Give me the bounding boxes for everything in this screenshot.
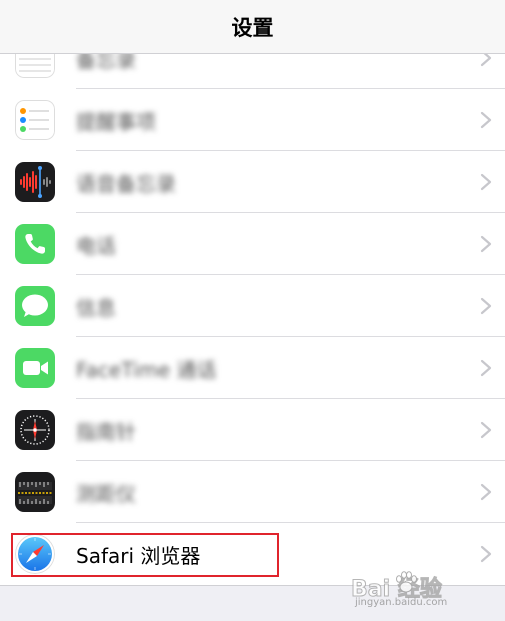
settings-row-label: 测距仪 [76, 481, 136, 506]
settings-row-label: 提醒事项 [76, 109, 156, 134]
chevron-right-icon [480, 111, 492, 129]
settings-row-reminders[interactable]: 提醒事项 [0, 89, 505, 151]
chevron-right-icon [480, 359, 492, 377]
phone-icon [15, 224, 55, 264]
settings-list: 备忘录 提醒事项 语音备忘录 电话 信息 FaceTime 通话 指南针 测距仪… [0, 27, 505, 585]
facetime-icon [15, 348, 55, 388]
chevron-right-icon [480, 483, 492, 501]
chevron-right-icon [480, 421, 492, 439]
safari-icon [15, 534, 55, 574]
settings-row-voice-memos[interactable]: 语音备忘录 [0, 151, 505, 213]
chevron-right-icon [480, 545, 492, 563]
paw-icon [396, 571, 417, 593]
settings-row-phone[interactable]: 电话 [0, 213, 505, 275]
navigation-bar: 设置 [0, 0, 505, 54]
settings-row-label: FaceTime 通话 [76, 357, 217, 382]
measure-icon [15, 472, 55, 512]
watermark-subtext: jingyan.baidu.com [355, 597, 448, 608]
settings-row-label: 信息 [76, 295, 116, 320]
settings-row-label: 指南针 [76, 419, 136, 444]
settings-row-facetime[interactable]: FaceTime 通话 [0, 337, 505, 399]
reminders-icon [15, 100, 55, 140]
chevron-right-icon [480, 297, 492, 315]
page-title: 设置 [231, 15, 274, 40]
settings-screen: 备忘录 提醒事项 语音备忘录 电话 信息 FaceTime 通话 指南针 测距仪… [0, 0, 505, 621]
messages-icon [15, 286, 55, 326]
settings-row-compass[interactable]: 指南针 [0, 399, 505, 461]
chevron-right-icon [480, 173, 492, 191]
chevron-right-icon [480, 235, 492, 253]
settings-row-messages[interactable]: 信息 [0, 275, 505, 337]
baidu-jingyan-watermark: Bai 经验 jingyan.baidu.com [351, 563, 481, 609]
settings-row-label-safari: Safari 浏览器 [76, 543, 201, 568]
settings-row-measure[interactable]: 测距仪 [0, 461, 505, 523]
voice-memos-icon [15, 162, 55, 202]
settings-row-label: 电话 [76, 233, 116, 258]
settings-row-label: 语音备忘录 [76, 171, 176, 196]
compass-icon [15, 410, 55, 450]
